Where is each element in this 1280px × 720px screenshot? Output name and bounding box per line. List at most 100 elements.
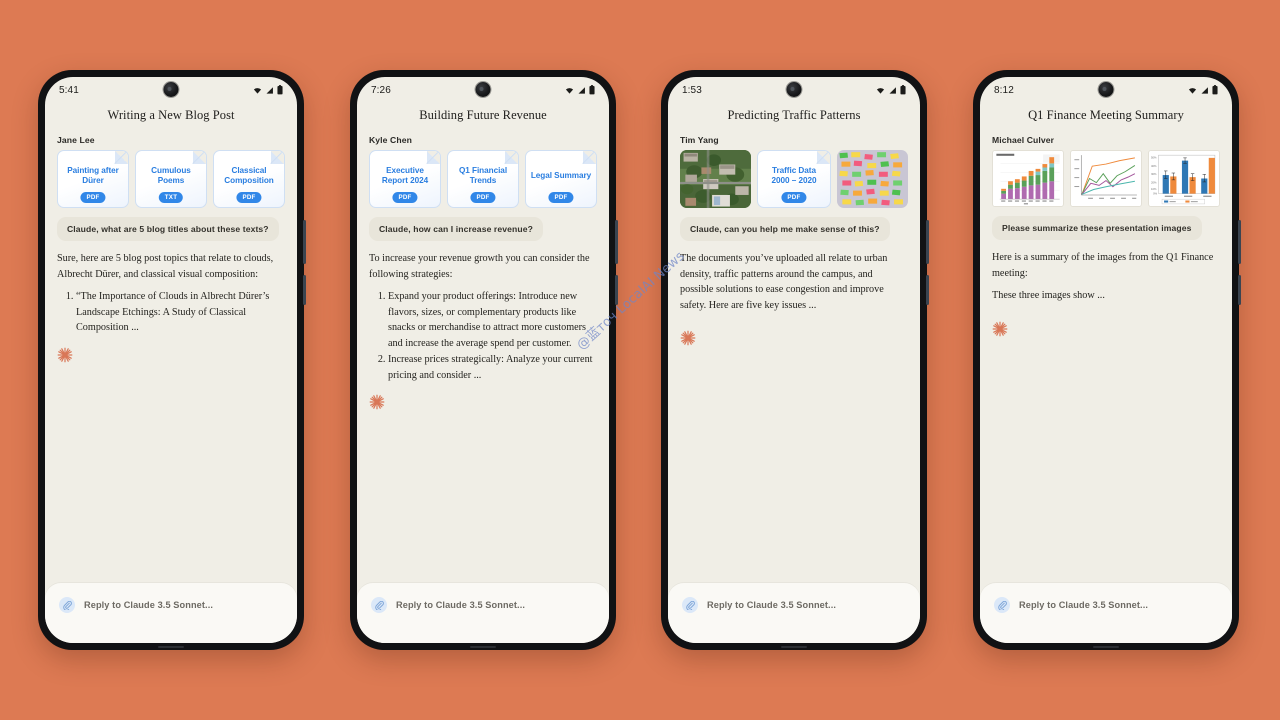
bottom-speaker xyxy=(470,646,496,648)
answer-paragraph: Here is a summary of the images from the… xyxy=(992,252,1214,279)
paperclip-icon xyxy=(62,600,72,610)
status-clock: 7:26 xyxy=(371,84,391,96)
power-button[interactable] xyxy=(615,275,618,305)
attachment-card[interactable]: Traffic Data 2000 – 2020 PDF xyxy=(757,150,831,208)
answer-paragraph: To increase your revenue growth you can … xyxy=(369,253,590,280)
filetype-badge: PDF xyxy=(80,191,106,203)
front-camera xyxy=(475,82,491,97)
message-composer[interactable]: Reply to Claude 3.5 Sonnet... xyxy=(45,583,297,643)
filetype-badge: PDF xyxy=(781,191,807,203)
claude-starburst-icon xyxy=(680,330,696,346)
reply-input[interactable]: Reply to Claude 3.5 Sonnet... xyxy=(707,600,836,610)
attachment-card[interactable]: Classical Composition PDF xyxy=(213,150,285,208)
wifi-icon xyxy=(565,87,574,94)
status-bar: 8:12 xyxy=(980,77,1232,103)
attachment-card[interactable]: Legal Summary PDF xyxy=(525,150,597,208)
grouped-bar-chart-thumbnail[interactable]: 50% 40% 30% 20% 10% 0% xyxy=(1148,150,1220,207)
svg-text:30%: 30% xyxy=(1151,172,1157,176)
bottom-speaker xyxy=(1093,646,1119,648)
attach-file-button[interactable] xyxy=(682,597,698,613)
user-message-row: Claude, what are 5 blog titles about the… xyxy=(57,208,285,241)
volume-button[interactable] xyxy=(1238,220,1241,264)
filetype-badge: PDF xyxy=(392,191,418,203)
message-composer[interactable]: Reply to Claude 3.5 Sonnet... xyxy=(668,583,920,643)
wifi-icon xyxy=(253,87,262,94)
attachment-filename: Cumulous Poems xyxy=(151,165,191,186)
phone-3: 1:53 Predicting Traffic Patterns Tim Yan… xyxy=(661,70,929,650)
attachment-filename: Executive Report 2024 xyxy=(381,165,429,186)
attachment-filename: Painting after Dürer xyxy=(67,165,119,186)
attachment-row: Executive Report 2024 PDF Q1 Financial T… xyxy=(369,150,597,208)
power-button[interactable] xyxy=(926,275,929,305)
author-name: Kyle Chen xyxy=(369,135,412,145)
attachment-filename: Classical Composition xyxy=(224,165,274,186)
paperclip-icon xyxy=(997,600,1007,610)
user-message-bubble: Claude, how can I increase revenue? xyxy=(369,217,543,241)
phone-2: 7:26 Building Future Revenue Kyle Chen E… xyxy=(350,70,618,650)
page-title: Predicting Traffic Patterns xyxy=(727,108,861,122)
reply-input[interactable]: Reply to Claude 3.5 Sonnet... xyxy=(84,600,213,610)
attachment-row: Traffic Data 2000 – 2020 PDF xyxy=(680,150,908,208)
power-button[interactable] xyxy=(1238,275,1241,305)
attach-file-button[interactable] xyxy=(59,597,75,613)
wifi-icon xyxy=(876,87,885,94)
message-composer[interactable]: Reply to Claude 3.5 Sonnet... xyxy=(980,583,1232,643)
svg-text:20%: 20% xyxy=(1151,180,1157,184)
battery-icon xyxy=(1212,85,1218,95)
author-name: Tim Yang xyxy=(680,135,719,145)
author-name: Michael Culver xyxy=(992,135,1055,145)
conversation-scroll[interactable]: Tim Yang Traffic Data 2000 – 2020 PDF Cl… xyxy=(668,123,920,583)
reply-input[interactable]: Reply to Claude 3.5 Sonnet... xyxy=(396,600,525,610)
page-title: Building Future Revenue xyxy=(419,108,547,122)
attachment-filename: Q1 Financial Trends xyxy=(458,165,508,186)
attachment-card[interactable]: Q1 Financial Trends PDF xyxy=(447,150,519,208)
answer-list-item: Expand your product offerings: Introduce… xyxy=(388,289,597,351)
attachment-card[interactable]: Executive Report 2024 PDF xyxy=(369,150,441,208)
claude-starburst-icon xyxy=(992,321,1008,336)
attach-file-button[interactable] xyxy=(994,597,1010,613)
front-camera xyxy=(163,82,179,97)
page-title: Q1 Finance Meeting Summary xyxy=(1028,108,1184,122)
status-bar: 7:26 xyxy=(357,77,609,103)
page-title: Writing a New Blog Post xyxy=(107,108,235,122)
answer-list-item: Increase prices strategically: Analyze y… xyxy=(388,352,597,383)
multi-line-chart-thumbnail[interactable] xyxy=(1070,150,1142,207)
page-fold-icon xyxy=(816,151,830,164)
attachment-row: 50% 40% 30% 20% 10% 0% xyxy=(992,150,1220,207)
volume-button[interactable] xyxy=(303,220,306,264)
status-bar: 1:53 xyxy=(668,77,920,103)
battery-icon xyxy=(900,85,906,95)
phone-2-screen: 7:26 Building Future Revenue Kyle Chen E… xyxy=(357,77,609,643)
message-composer[interactable]: Reply to Claude 3.5 Sonnet... xyxy=(357,583,609,643)
attachment-filename: Traffic Data 2000 – 2020 xyxy=(771,165,817,186)
sticky-notes-photo[interactable] xyxy=(836,150,908,208)
phone-4-screen: 8:12 Q1 Finance Meeting Summary Michael … xyxy=(980,77,1232,643)
stacked-bar-chart-thumbnail[interactable] xyxy=(992,150,1064,207)
answer-paragraph: Sure, here are 5 blog post topics that r… xyxy=(57,253,274,280)
page-fold-icon xyxy=(115,151,128,164)
phone-4: 8:12 Q1 Finance Meeting Summary Michael … xyxy=(973,70,1241,650)
phone-1: 5:41 Writing a New Blog Post Jane Lee Pa… xyxy=(38,70,306,650)
attachment-card[interactable]: Painting after Dürer PDF xyxy=(57,150,129,208)
answer-list: Expand your product offerings: Introduce… xyxy=(369,289,597,383)
volume-button[interactable] xyxy=(615,220,618,264)
power-button[interactable] xyxy=(303,275,306,305)
paperclip-icon xyxy=(374,600,384,610)
attachment-card[interactable]: Cumulous Poems TXT xyxy=(135,150,207,208)
answer-list-item: “The Importance of Clouds in Albrecht Dü… xyxy=(76,289,285,336)
page-fold-icon xyxy=(271,151,284,164)
screenshot-stage: 5:41 Writing a New Blog Post Jane Lee Pa… xyxy=(0,0,1280,720)
attach-file-button[interactable] xyxy=(371,597,387,613)
aerial-campus-photo[interactable] xyxy=(680,150,752,208)
volume-button[interactable] xyxy=(926,220,929,264)
user-message-bubble: Please summarize these presentation imag… xyxy=(992,216,1202,240)
conversation-scroll[interactable]: Jane Lee Painting after Dürer PDF Cumulo… xyxy=(45,123,297,583)
status-clock: 8:12 xyxy=(994,84,1014,96)
svg-text:40%: 40% xyxy=(1151,164,1157,168)
assistant-answer: Sure, here are 5 blog post topics that r… xyxy=(57,251,285,336)
conversation-scroll[interactable]: Michael Culver 50% 40% 30% 20% 10% 0% Pl… xyxy=(980,123,1232,583)
user-message-row: Please summarize these presentation imag… xyxy=(992,207,1220,240)
bottom-speaker xyxy=(158,646,184,648)
reply-input[interactable]: Reply to Claude 3.5 Sonnet... xyxy=(1019,600,1148,610)
conversation-scroll[interactable]: Kyle Chen Executive Report 2024 PDF Q1 F… xyxy=(357,123,609,583)
